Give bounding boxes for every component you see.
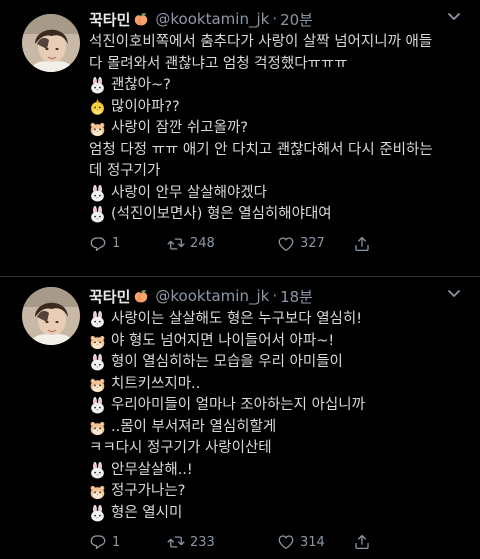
tweet-header: 꾹타민 @kooktamin_jk · 20분 bbox=[89, 6, 470, 32]
hamster-icon bbox=[89, 120, 106, 137]
separator-dot: · bbox=[272, 10, 278, 28]
tweet-line: 형이 열심히하는 모습을 우리 아미들이 bbox=[89, 352, 470, 374]
reply-button[interactable]: 1 bbox=[89, 533, 167, 551]
tweet-line: 정구가나는? bbox=[89, 481, 470, 503]
tweet-content: 꾹타민 @kooktamin_jk · 20분 석진이호비쪽에서 춤추다가 사랑… bbox=[89, 6, 470, 254]
like-count: 327 bbox=[300, 236, 325, 251]
retweet-count: 233 bbox=[190, 534, 215, 550]
share-icon bbox=[353, 235, 371, 253]
rabbit-icon bbox=[89, 185, 106, 202]
chick-icon bbox=[89, 99, 106, 116]
separator-dot: · bbox=[272, 287, 278, 305]
rabbit-icon bbox=[89, 397, 106, 414]
peach-emoji-icon bbox=[133, 288, 149, 304]
tweet-line: 데 정구기가 bbox=[89, 161, 470, 183]
chevron-down-icon[interactable] bbox=[444, 283, 464, 303]
avatar[interactable] bbox=[22, 287, 80, 345]
reply-count: 1 bbox=[112, 534, 121, 550]
rabbit-icon bbox=[89, 462, 106, 479]
tweet-actions: 1 233 314 bbox=[89, 532, 470, 552]
share-icon bbox=[353, 533, 371, 551]
retweet-button[interactable]: 248 bbox=[167, 235, 277, 253]
tweet-line-text: 치트키쓰지마.. bbox=[111, 375, 201, 392]
tweet-line-text: 사랑이는 살살해도 형은 누구보다 열심히! bbox=[111, 311, 363, 327]
tweet-line: 형은 열시미 bbox=[89, 503, 470, 525]
chevron-down-icon[interactable] bbox=[444, 6, 464, 26]
hamster-icon bbox=[89, 376, 106, 393]
retweet-button[interactable]: 233 bbox=[167, 533, 277, 551]
tweet[interactable]: 꾹타민 @kooktamin_jk · 20분 석진이호비쪽에서 춤추다가 사랑… bbox=[0, 0, 480, 276]
like-count: 314 bbox=[300, 534, 325, 550]
hamster-icon bbox=[89, 419, 106, 436]
tweet-line: 다 몰려와서 괜찮냐고 엄청 걱정했다ㅠㅠㅠ bbox=[89, 54, 470, 76]
reply-icon bbox=[89, 533, 107, 551]
tweet-line: ㅋㅋ다시 정구기가 사랑이산테 bbox=[89, 438, 470, 460]
tweet-line-text: 괜찮아~? bbox=[111, 77, 171, 93]
tweet-line-text: 석진이호비쪽에서 춤추다가 사랑이 살짝 넘어지니까 애들 bbox=[89, 34, 433, 50]
tweet-header: 꾹타민 @kooktamin_jk · 18분 bbox=[89, 283, 470, 309]
hamster-icon bbox=[89, 333, 106, 350]
tweet-line-text: (석진이보면사) 형은 열심히해야대여 bbox=[111, 206, 332, 222]
tweet-text: 석진이호비쪽에서 춤추다가 사랑이 살짝 넘어지니까 애들다 몰려와서 괜찮냐고… bbox=[89, 32, 470, 226]
heart-icon bbox=[277, 533, 295, 551]
retweet-icon bbox=[167, 533, 185, 551]
heart-icon bbox=[277, 235, 295, 253]
tweet[interactable]: 꾹타민 @kooktamin_jk · 18분 사랑이는 살살해도 형은 누구보… bbox=[0, 276, 480, 559]
tweet-line: ..몸이 부서져라 열심히할게 bbox=[89, 417, 470, 439]
rabbit-icon bbox=[89, 77, 106, 94]
tweet-line-text: 형이 열심히하는 모습을 우리 아미들이 bbox=[111, 354, 343, 370]
tweet-line-text: 정구가나는? bbox=[111, 483, 186, 499]
tweet-line-text: 엄청 다정 ㅠㅠ 애기 안 다치고 괜찮다해서 다시 준비하는 bbox=[89, 141, 433, 158]
tweet-line: 우리아미들이 얼마나 조아하는지 아십니까 bbox=[89, 395, 470, 417]
reply-button[interactable]: 1 bbox=[89, 235, 167, 253]
tweet-line: 괜찮아~? bbox=[89, 75, 470, 97]
tweet-line-text: 형은 열시미 bbox=[111, 504, 183, 521]
tweet-line-text: 데 정구기가 bbox=[89, 163, 161, 179]
tweet-line-text: 우리아미들이 얼마나 조아하는지 아십니까 bbox=[111, 397, 365, 413]
timestamp[interactable]: 18분 bbox=[280, 286, 313, 307]
tweet-line: 석진이호비쪽에서 춤추다가 사랑이 살짝 넘어지니까 애들 bbox=[89, 32, 470, 54]
reply-icon bbox=[89, 235, 107, 253]
tweet-text: 사랑이는 살살해도 형은 누구보다 열심히! 야 형도 넘어지면 나이들어서 아파… bbox=[89, 309, 470, 524]
tweet-actions: 1 248 327 bbox=[89, 234, 470, 254]
tweet-line: 엄청 다정 ㅠㅠ 애기 안 다치고 괜찮다해서 다시 준비하는 bbox=[89, 140, 470, 162]
tweet-line: 사랑이 잠깐 쉬고올까? bbox=[89, 118, 470, 140]
display-name[interactable]: 꾹타민 bbox=[89, 286, 130, 307]
tweet-line-text: 사랑이 안무 살살해야겠다 bbox=[111, 184, 267, 201]
tweet-line: 야 형도 넘어지면 나이들어서 아파~! bbox=[89, 331, 470, 353]
display-name[interactable]: 꾹타민 bbox=[89, 9, 130, 30]
username[interactable]: @kooktamin_jk bbox=[155, 287, 269, 305]
tweet-line-text: 다 몰려와서 괜찮냐고 엄청 걱정했다ㅠㅠㅠ bbox=[89, 55, 348, 72]
username[interactable]: @kooktamin_jk bbox=[155, 10, 269, 28]
timestamp[interactable]: 20분 bbox=[280, 9, 313, 30]
reply-count: 1 bbox=[112, 236, 121, 251]
share-button[interactable] bbox=[353, 533, 376, 551]
tweet-line-text: 많이아파?? bbox=[111, 98, 180, 115]
retweet-icon bbox=[167, 235, 185, 253]
rabbit-icon bbox=[89, 311, 106, 328]
tweet-line: 안무살살해..! bbox=[89, 460, 470, 482]
retweet-count: 248 bbox=[190, 236, 215, 251]
hamster-icon bbox=[89, 483, 106, 500]
tweet-line-text: 사랑이 잠깐 쉬고올까? bbox=[111, 120, 248, 136]
tweet-line-text: ..몸이 부서져라 열심히할게 bbox=[111, 418, 277, 435]
like-button[interactable]: 327 bbox=[277, 235, 353, 253]
rabbit-icon bbox=[89, 354, 106, 371]
tweet-line-text: 야 형도 넘어지면 나이들어서 아파~! bbox=[111, 332, 335, 349]
share-button[interactable] bbox=[353, 235, 376, 253]
tweet-content: 꾹타민 @kooktamin_jk · 18분 사랑이는 살살해도 형은 누구보… bbox=[89, 283, 470, 552]
tweet-line: 많이아파?? bbox=[89, 97, 470, 119]
like-button[interactable]: 314 bbox=[277, 533, 353, 551]
rabbit-icon bbox=[89, 505, 106, 522]
tweet-line-text: ㅋㅋ다시 정구기가 사랑이산테 bbox=[89, 440, 272, 456]
tweet-line: 사랑이 안무 살살해야겠다 bbox=[89, 183, 470, 205]
tweet-line: (석진이보면사) 형은 열심히해야대여 bbox=[89, 204, 470, 226]
avatar[interactable] bbox=[22, 14, 80, 72]
peach-emoji-icon bbox=[133, 11, 149, 27]
tweet-line-text: 안무살살해..! bbox=[111, 461, 193, 478]
rabbit-icon bbox=[89, 206, 106, 223]
tweet-line: 사랑이는 살살해도 형은 누구보다 열심히! bbox=[89, 309, 470, 331]
tweet-line: 치트키쓰지마.. bbox=[89, 374, 470, 396]
